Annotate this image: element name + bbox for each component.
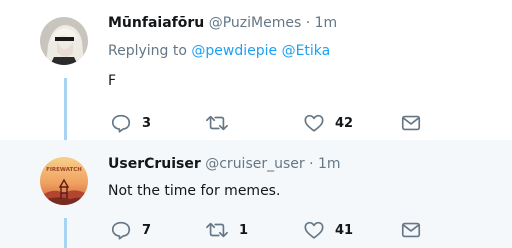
reply-icon <box>111 221 131 240</box>
retweet-icon <box>206 115 228 131</box>
retweet-button[interactable] <box>205 112 239 134</box>
tweet-header: UserCruiser @cruiser_user · 1m <box>108 156 341 172</box>
user-handle[interactable]: @PuziMemes <box>209 15 302 31</box>
retweet-icon <box>206 222 228 238</box>
heart-icon <box>304 221 324 239</box>
anime-character-avatar-icon <box>40 17 88 65</box>
firewatch-wordmark: FIREWATCH <box>46 167 82 173</box>
tweet-text: Not the time for memes. <box>108 183 281 199</box>
mention-link[interactable]: @Etika <box>282 43 331 59</box>
tweet-text: F <box>108 73 117 89</box>
reply-count: 3 <box>142 115 152 131</box>
replying-to-label: Replying to <box>108 43 187 59</box>
retweet-count: 1 <box>239 222 249 238</box>
separator: · <box>305 15 311 31</box>
retweet-button[interactable]: 1 <box>205 219 248 241</box>
heart-icon <box>304 114 324 132</box>
firewatch-logo-avatar-icon: FIREWATCH <box>40 157 88 205</box>
reply-count: 7 <box>142 222 152 238</box>
envelope-icon <box>401 115 421 131</box>
replying-to: Replying to @pewdiepie @Etika <box>108 43 330 59</box>
user-handle[interactable]: @cruiser_user <box>205 156 304 172</box>
reply-button[interactable]: 7 <box>110 219 151 241</box>
direct-message-button[interactable] <box>400 112 422 134</box>
reply-button[interactable]: 3 <box>110 112 151 134</box>
like-count: 42 <box>335 115 354 131</box>
like-button[interactable]: 41 <box>303 219 353 241</box>
separator: · <box>309 156 314 172</box>
mention-link[interactable]: @pewdiepie <box>191 43 277 59</box>
tweet-header: Mūnfaiafōru @PuziMemes · 1m <box>108 15 337 31</box>
like-button[interactable]: 42 <box>303 112 353 134</box>
display-name[interactable]: UserCruiser <box>108 156 201 172</box>
timestamp[interactable]: 1m <box>318 156 341 172</box>
display-name[interactable]: Mūnfaiafōru <box>108 15 204 31</box>
thread-connector <box>64 218 67 248</box>
avatar[interactable] <box>40 17 88 65</box>
timestamp[interactable]: 1m <box>315 15 338 31</box>
envelope-icon <box>401 222 421 238</box>
like-count: 41 <box>335 222 354 238</box>
thread-connector <box>64 78 67 140</box>
direct-message-button[interactable] <box>400 219 422 241</box>
avatar[interactable]: FIREWATCH <box>40 157 88 205</box>
tweet-1[interactable]: Mūnfaiafōru @PuziMemes · 1m Replying to … <box>0 0 512 140</box>
reply-icon <box>111 114 131 133</box>
